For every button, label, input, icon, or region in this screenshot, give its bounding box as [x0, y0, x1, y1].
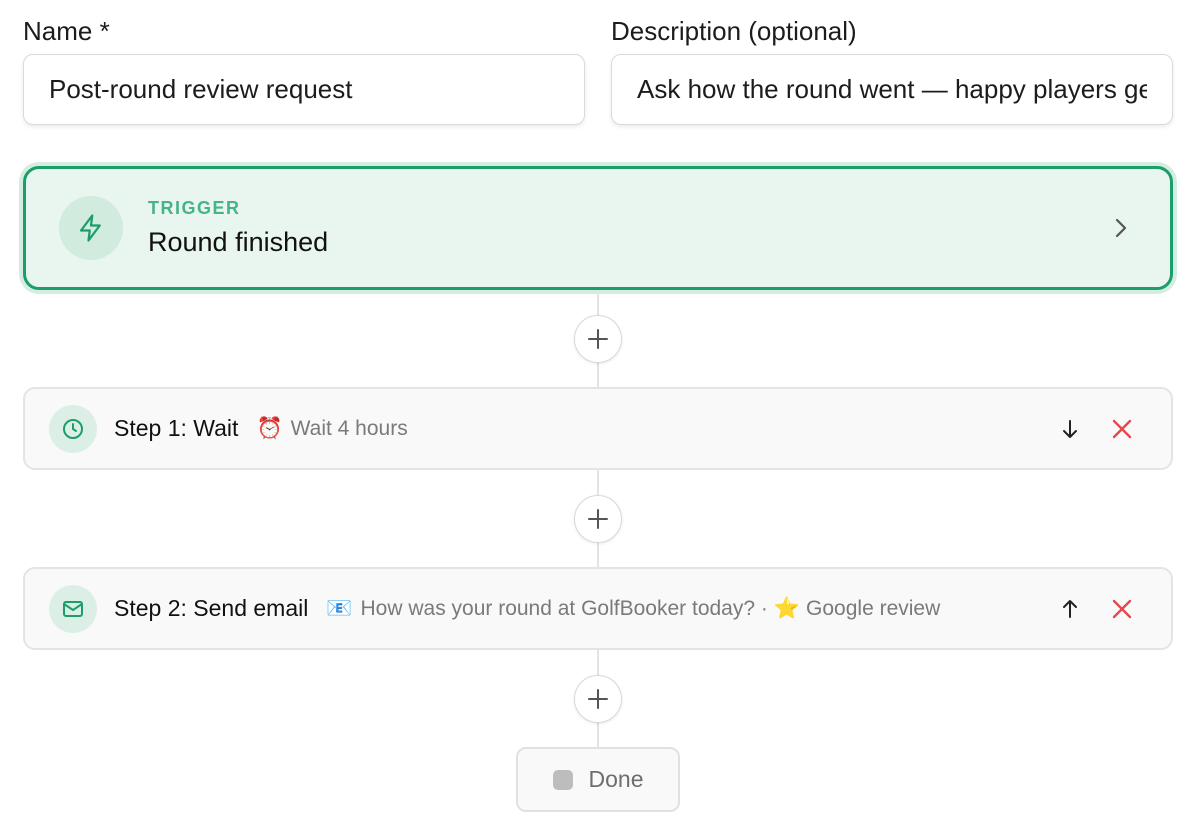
star-icon: ⭐: [773, 596, 801, 620]
trigger-card[interactable]: TRIGGER Round finished: [23, 166, 1173, 290]
move-down-button[interactable]: [1057, 416, 1083, 442]
clock-icon: [49, 404, 97, 453]
step-title: Step 1: Wait: [114, 415, 239, 441]
envelope-icon: 📧: [326, 596, 353, 620]
done-node: Done: [516, 747, 680, 812]
remove-step-button[interactable]: [1109, 596, 1135, 622]
step-summary-text: How was your round at GolfBooker today? …: [360, 596, 768, 620]
add-step-button[interactable]: [574, 495, 622, 543]
plus-icon: [588, 329, 608, 349]
mail-icon: [49, 584, 97, 633]
arrow-down-icon: [1063, 419, 1077, 438]
remove-step-button[interactable]: [1109, 416, 1135, 442]
alarm-clock-icon: ⏰: [256, 416, 283, 440]
chevron-right-icon[interactable]: [1110, 217, 1132, 239]
done-label: Done: [588, 766, 644, 792]
plus-icon: [588, 509, 608, 529]
step-card-wait[interactable]: Step 1: Wait ⏰ Wait 4 hours: [23, 387, 1173, 470]
add-step-button[interactable]: [574, 675, 622, 723]
step-summary: ⏰ Wait 4 hours: [256, 416, 407, 441]
step-summary-text-2: Google review: [806, 596, 941, 620]
stop-icon: [552, 769, 573, 790]
name-input[interactable]: [23, 54, 585, 125]
description-input[interactable]: [611, 54, 1173, 125]
step-card-send-email[interactable]: Step 2: Send email 📧 How was your round …: [23, 567, 1173, 650]
close-icon: [1112, 599, 1132, 618]
add-step-button[interactable]: [574, 315, 622, 363]
trigger-kicker: TRIGGER: [148, 198, 241, 218]
move-up-button[interactable]: [1057, 596, 1083, 622]
step-summary: 📧 How was your round at GolfBooker today…: [326, 596, 940, 621]
step-title: Step 2: Send email: [114, 595, 309, 621]
trigger-title: Round finished: [148, 227, 329, 257]
lightning-icon: [59, 196, 123, 260]
step-summary-text: Wait 4 hours: [290, 416, 408, 440]
name-label: Name *: [23, 16, 110, 46]
description-label: Description (optional): [611, 16, 857, 46]
plus-icon: [588, 689, 608, 709]
arrow-up-icon: [1063, 599, 1077, 618]
close-icon: [1112, 419, 1132, 438]
